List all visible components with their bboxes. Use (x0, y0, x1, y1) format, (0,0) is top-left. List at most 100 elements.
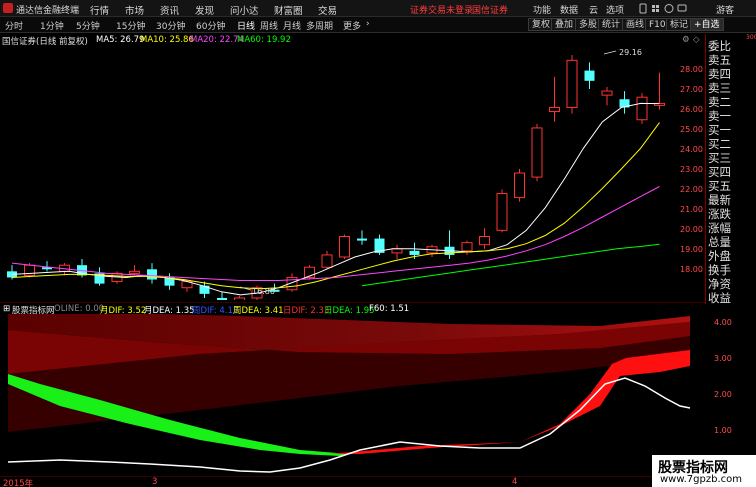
tab-15min[interactable]: 15分钟 (116, 19, 145, 32)
candles-group (7, 55, 665, 300)
price-tick: 27.00 (680, 85, 703, 94)
phone-icon[interactable] (639, 3, 647, 14)
price-tick: 26.00 (680, 105, 703, 114)
tab-multi-period[interactable]: 多周期 (306, 19, 333, 32)
menu-yun[interactable]: 云 (589, 3, 598, 16)
indicator-tick: 4.00 (714, 318, 732, 327)
high-annotation: 29.16 (619, 48, 642, 57)
quote-change-pct: 涨幅 (708, 221, 731, 235)
ma5-value: MA5: 26.79 (96, 35, 145, 45)
candle (444, 230, 455, 260)
candle (199, 281, 210, 298)
quote-sell2: 卖二 (708, 95, 731, 109)
tab-60min[interactable]: 60分钟 (196, 19, 225, 32)
tab-daily[interactable]: 日线 (237, 19, 255, 32)
quote-buy2: 买二 (708, 137, 731, 151)
price-axis: 28.00 27.00 26.00 25.00 24.00 23.00 22.0… (680, 46, 705, 300)
menu-hangqing[interactable]: 行情 (90, 3, 109, 17)
price-tick: 21.00 (680, 205, 703, 214)
tab-1min[interactable]: 1分钟 (40, 19, 64, 32)
tab-monthly[interactable]: 月线 (283, 19, 301, 32)
tab-more[interactable]: 更多 (343, 19, 361, 32)
time-label: 4 (512, 477, 518, 487)
price-tick: 19.00 (680, 245, 703, 254)
quote-sell4: 卖四 (708, 67, 731, 81)
ma-line-ma5 (11, 102, 660, 296)
candle (496, 189, 508, 233)
candle (426, 244, 438, 257)
price-tick: 22.00 (680, 185, 703, 194)
candle (619, 91, 630, 114)
tab-30min[interactable]: 30分钟 (156, 19, 185, 32)
quote-net-assets: 净资 (708, 277, 731, 291)
candle (566, 55, 578, 114)
candle (584, 62, 595, 90)
quote-sell1: 卖一 (708, 109, 731, 123)
quote-buy3: 买三 (708, 151, 731, 165)
quote-weibi: 委比 (708, 39, 731, 53)
price-tick: 23.00 (680, 165, 703, 174)
diejia-button[interactable]: 叠加 (551, 18, 578, 31)
menu-caifuquan[interactable]: 财富圈 (274, 3, 303, 17)
right-quote-panel: 300 委比 卖五 卖四 卖三 卖二 卖一 买一 买二 买三 买四 买五 最新 … (705, 34, 756, 305)
menu-shuju[interactable]: 数据 (560, 3, 578, 16)
window-controls (639, 3, 687, 14)
menu-jiaoyi[interactable]: 交易 (318, 3, 337, 17)
watermark-logo: 股票指标网 www.7gpzb.com (652, 455, 756, 487)
axis-top-label: 300 (746, 34, 756, 41)
indicator-axis: 4.00 3.00 2.00 1.00 (688, 314, 732, 475)
add-watchlist-button[interactable]: +自选 (690, 18, 724, 31)
menu-zixun[interactable]: 资讯 (160, 3, 179, 17)
quote-sell3: 卖三 (708, 81, 731, 95)
indicator-icon[interactable]: ⊞ (3, 304, 10, 314)
candlestick-chart[interactable]: 29.16 16.80 (0, 46, 705, 300)
time-label: 3 (152, 477, 158, 487)
annotations-group: 29.16 16.80 (239, 48, 642, 296)
quote-buy4: 买四 (708, 165, 731, 179)
low-annotation: 16.80 (252, 287, 275, 296)
chat-icon[interactable] (677, 4, 687, 12)
ma10-value: MA10: 25.86 (140, 35, 194, 45)
menu-xuanxiang[interactable]: 选项 (606, 3, 624, 16)
menu-gongneng[interactable]: 功能 (533, 3, 551, 16)
collapse-icon[interactable]: ◇ (693, 35, 700, 45)
tab-weekly[interactable]: 周线 (260, 19, 278, 32)
ma-line-ma20 (11, 186, 660, 281)
candle (129, 265, 140, 276)
tab-5min[interactable]: 5分钟 (76, 19, 100, 32)
ma-line-ma60 (361, 243, 660, 287)
quote-volume: 总量 (708, 235, 731, 249)
quote-buy1: 买一 (708, 123, 731, 137)
menu-wenxiaoda[interactable]: 问小达 (230, 3, 259, 17)
menu-shichang[interactable]: 市场 (125, 3, 144, 17)
candle (147, 263, 157, 284)
candle (514, 168, 525, 202)
candle (339, 234, 350, 260)
chevron-right-icon[interactable]: › (366, 19, 370, 29)
guest-label[interactable]: 游客 (716, 3, 734, 16)
ma-lines-group (11, 102, 660, 296)
settings-icon[interactable]: ⚙ (682, 35, 690, 45)
tongji-button[interactable]: 统计 (598, 18, 625, 31)
menu-faxian[interactable]: 发现 (195, 3, 214, 17)
quote-buy5: 买五 (708, 179, 731, 193)
time-label: 2015年 (3, 479, 34, 487)
price-tick: 18.00 (680, 265, 703, 274)
globe-icon[interactable] (664, 4, 674, 13)
biaoji-button[interactable]: 标记 (666, 18, 693, 31)
candle (321, 250, 333, 270)
candle (217, 291, 227, 300)
indicator-chart[interactable] (0, 314, 705, 475)
f60-value: F60: 1.51 (369, 304, 410, 314)
broker-name: 国信证券 (472, 6, 509, 16)
high-marker-line (603, 50, 617, 55)
candle (531, 123, 543, 182)
grid-icon[interactable] (652, 5, 659, 12)
indicator-tick: 1.00 (714, 426, 732, 435)
quote-latest: 最新 (708, 193, 731, 207)
candle (549, 76, 560, 122)
quote-sell5: 卖五 (708, 53, 731, 67)
tab-fenshi[interactable]: 分时 (5, 19, 23, 32)
ma20-value: MA20: 22.74 (190, 35, 244, 45)
login-notice[interactable]: 证券交易未登录 (410, 3, 473, 16)
